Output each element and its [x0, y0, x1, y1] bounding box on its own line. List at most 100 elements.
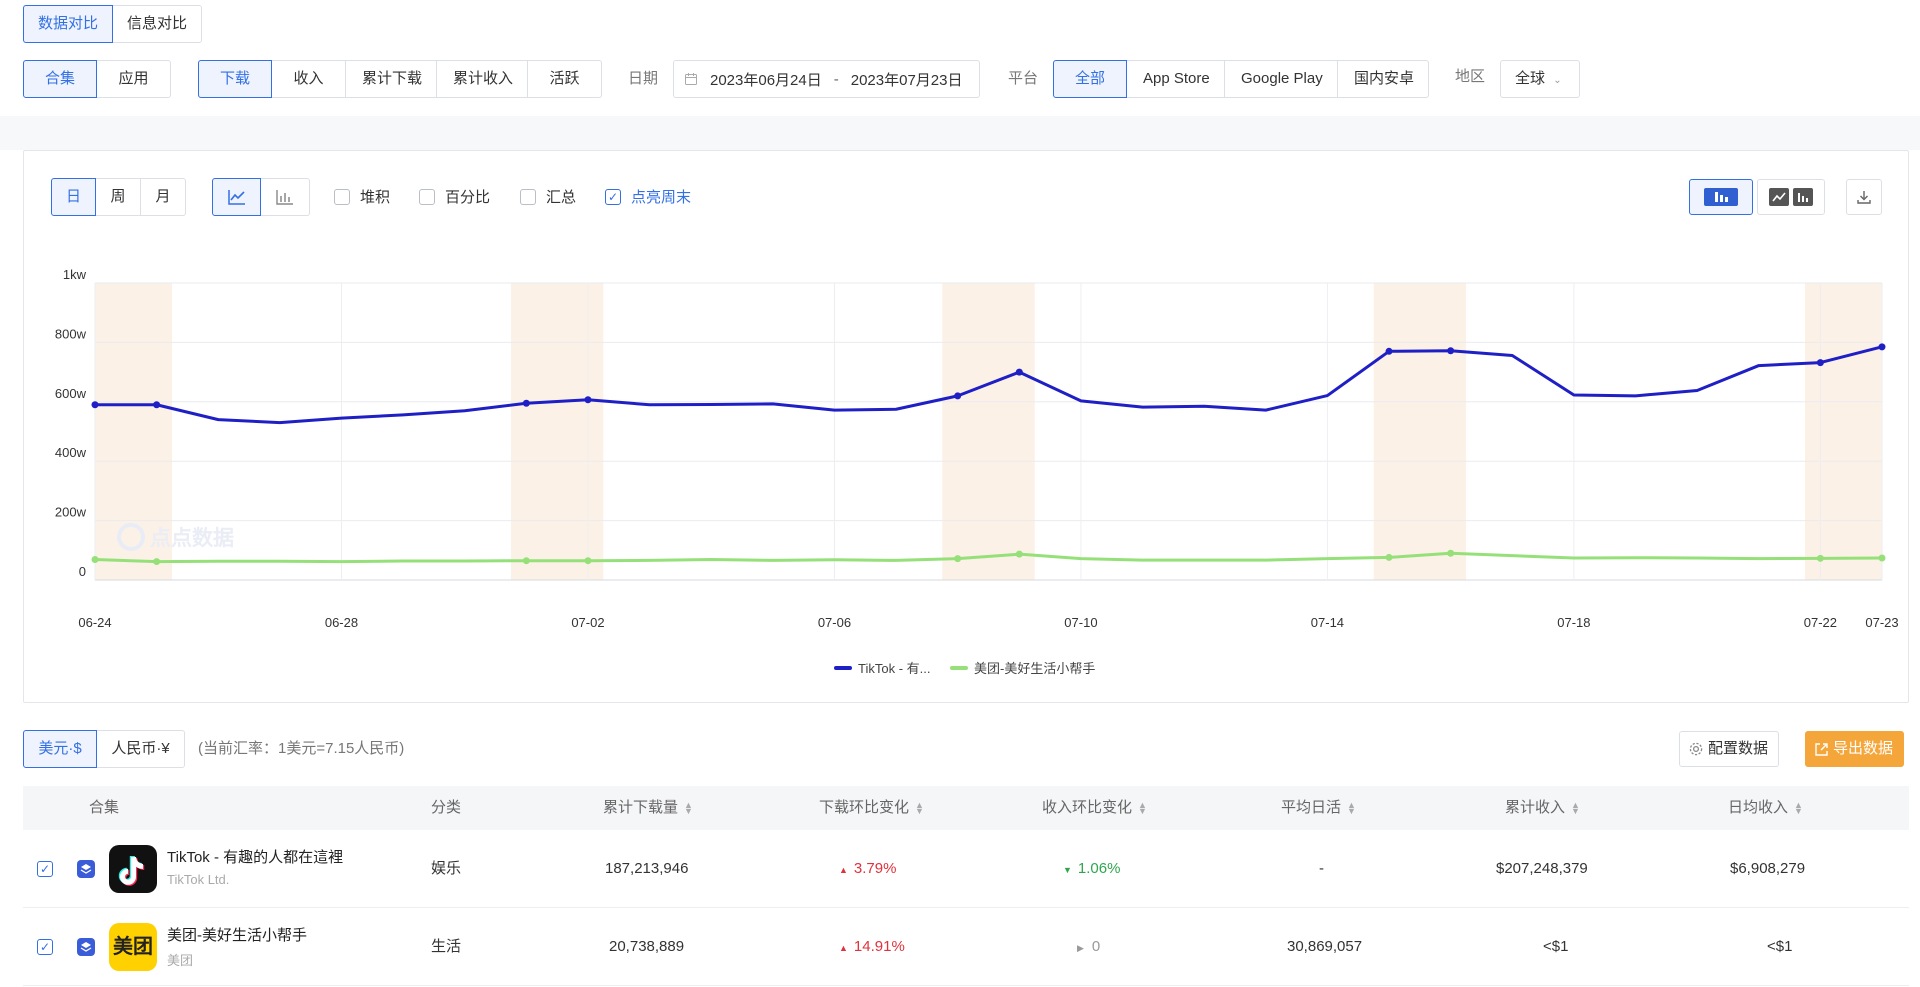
header-avg-dau[interactable]: 平均日活 ▲ ▼: [1281, 786, 1356, 830]
revenue-cell: $207,248,379: [1496, 860, 1588, 877]
dau-cell: 30,869,057: [1287, 938, 1363, 955]
metric-cum-revenue[interactable]: 累计收入: [437, 60, 528, 98]
app-name[interactable]: 美团-美好生活小帮手: [167, 924, 307, 945]
checkbox-percent[interactable]: 百分比: [419, 186, 490, 207]
gear-icon: [1689, 742, 1703, 756]
checkbox-box: [334, 188, 350, 205]
legend-item-tiktok[interactable]: TikTok - 有...: [834, 658, 930, 677]
header-rev-change[interactable]: 收入环比变化 ▲ ▼: [1042, 786, 1147, 830]
stack-icon: [77, 938, 95, 956]
region-select[interactable]: 全球 ⌄: [1500, 60, 1580, 98]
checkbox-total[interactable]: 汇总: [520, 186, 576, 207]
chart-table-button[interactable]: [1757, 179, 1825, 215]
line-chart-icon: [227, 190, 245, 205]
checkbox-label: 汇总: [546, 189, 577, 206]
checkbox-stacked[interactable]: 堆积: [334, 186, 390, 207]
legend-swatch: [834, 665, 852, 670]
app-name[interactable]: TikTok - 有趣的人都在這裡: [167, 846, 343, 867]
triangle-up-icon: ▲: [839, 865, 848, 875]
rev-change-cell: ▶ 0: [1077, 908, 1100, 987]
exchange-rate-note: (当前汇率：1美元=7.15人民币): [198, 740, 405, 757]
table-row[interactable]: ✓ TikTok - 有趣的人都在這裡 TikTok Ltd. 娱乐 187,2…: [23, 830, 1909, 908]
checkbox-highlight-weekends[interactable]: ✓ 点亮周末: [605, 186, 691, 207]
download-button[interactable]: [1846, 179, 1882, 215]
header-cum-revenue[interactable]: 累计收入 ▲ ▼: [1505, 786, 1580, 830]
checkbox-box: [520, 188, 536, 205]
rev-change-cell: ▼ 1.06%: [1063, 830, 1120, 909]
sort-icon: ▲ ▼: [1794, 800, 1803, 817]
config-data-button[interactable]: 配置数据: [1679, 731, 1780, 767]
revenue-cell: <$1: [1543, 938, 1569, 955]
header-category: 分类: [431, 799, 462, 816]
external-link-icon: [1815, 742, 1828, 756]
row-checkbox[interactable]: ✓: [37, 939, 53, 955]
scope-app[interactable]: 应用: [97, 60, 171, 98]
bar-chart-icon: [276, 190, 293, 205]
platform-app-store[interactable]: App Store: [1127, 60, 1225, 98]
metric-active[interactable]: 活跃: [528, 60, 602, 98]
row-checkbox[interactable]: ✓: [37, 861, 53, 877]
legend-swatch: [950, 665, 968, 670]
chart-card: [23, 150, 1909, 703]
region-label: 地区: [1455, 68, 1486, 85]
sort-icon: ▲ ▼: [1571, 800, 1580, 817]
date-end: 2023年07月23日: [850, 71, 963, 89]
checkbox-label: 百分比: [445, 189, 491, 206]
line-chart-button[interactable]: [212, 178, 261, 216]
tab-data-compare[interactable]: 数据对比: [23, 5, 114, 43]
checkbox-label: 堆积: [360, 189, 391, 206]
platform-cn-android[interactable]: 国内安卓: [1338, 60, 1429, 98]
header-daily-revenue[interactable]: 日均收入 ▲ ▼: [1728, 786, 1803, 830]
header-label: 累计收入: [1505, 799, 1566, 816]
metric-cum-downloads[interactable]: 累计下载: [346, 60, 437, 98]
period-week[interactable]: 周: [96, 178, 141, 216]
date-separator: -: [833, 70, 839, 88]
check-icon: ✓: [605, 188, 621, 205]
bar-chart-button[interactable]: [261, 178, 310, 216]
cum-downloads-cell: 187,213,946: [605, 860, 689, 877]
scope-toggle: 合集 应用: [23, 60, 171, 98]
bar-chart-icon: [1704, 188, 1738, 206]
sort-icon: ▲ ▼: [1138, 800, 1147, 817]
meituan-app-icon[interactable]: 美团: [109, 923, 157, 971]
metric-downloads[interactable]: 下载: [198, 60, 272, 98]
currency-cny[interactable]: 人民币·¥: [97, 730, 185, 768]
export-data-button[interactable]: 导出数据: [1805, 731, 1905, 767]
daily-revenue-cell: <$1: [1767, 938, 1793, 955]
header-dl-change[interactable]: 下载环比变化 ▲ ▼: [819, 786, 924, 830]
header-cum-downloads[interactable]: 累计下载量 ▲ ▼: [603, 786, 693, 830]
platform-all[interactable]: 全部: [1053, 60, 1127, 98]
config-data-label: 配置数据: [1708, 740, 1769, 757]
legend-item-meituan[interactable]: 美团-美好生活小帮手: [950, 658, 1095, 677]
date-range-picker[interactable]: 2023年06月24日 - 2023年07月23日: [673, 60, 980, 98]
view-toggle: 数据对比 信息对比: [23, 5, 203, 43]
header-label: 收入环比变化: [1042, 799, 1133, 816]
currency-usd[interactable]: 美元·$: [23, 730, 97, 768]
legend-label: TikTok - 有...: [858, 661, 931, 676]
section-divider: [0, 116, 1920, 150]
header-label: 日均收入: [1728, 799, 1789, 816]
app-developer: TikTok Ltd.: [167, 872, 230, 887]
rev-change-value: 1.06%: [1077, 860, 1121, 877]
app-developer: 美团: [167, 953, 194, 968]
daily-revenue-cell: $6,908,279: [1730, 860, 1806, 877]
platform-google-play[interactable]: Google Play: [1225, 60, 1338, 98]
tiktok-app-icon[interactable]: [109, 845, 157, 893]
period-day[interactable]: 日: [51, 178, 96, 216]
period-toggle: 日 周 月: [51, 178, 186, 216]
category-cell: 娱乐: [431, 860, 462, 877]
header-label: 下载环比变化: [819, 799, 910, 816]
table-row[interactable]: ✓ 美团 美团-美好生活小帮手 美团 生活 20,738,889 ▲ 14.91%…: [23, 908, 1909, 986]
scope-collection[interactable]: 合集: [23, 60, 97, 98]
checkbox-box: [419, 188, 435, 205]
metric-revenue[interactable]: 收入: [272, 60, 346, 98]
chart-only-button[interactable]: [1689, 179, 1753, 215]
line-bar-combo-icon: [1769, 188, 1813, 206]
tab-info-compare[interactable]: 信息对比: [113, 5, 203, 43]
table-header: 合集 分类 累计下载量 ▲ ▼ 下载环比变化 ▲ ▼ 收入环比变化 ▲ ▼ 平均日活 ▲ ▼ 累…: [23, 786, 1909, 830]
dl-change-value: 14.91%: [853, 938, 905, 955]
platform-toggle: 全部 App Store Google Play 国内安卓: [1053, 60, 1429, 98]
date-start: 2023年06月24日: [710, 71, 822, 89]
period-month[interactable]: 月: [141, 178, 186, 216]
date-label: 日期: [628, 70, 659, 87]
